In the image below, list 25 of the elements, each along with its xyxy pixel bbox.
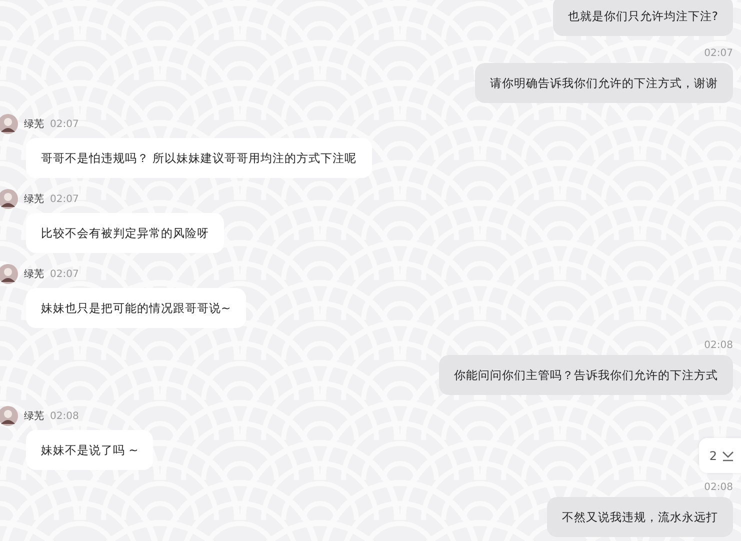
scroll-down-icon bbox=[721, 450, 735, 462]
sender-name: 绿芜 bbox=[24, 192, 44, 206]
message-bubble: 不然又说我违规，流水永远打 bbox=[547, 497, 733, 537]
message-time: 02:07 bbox=[50, 194, 79, 204]
message-time: 02:07 bbox=[50, 268, 79, 280]
avatar-icon[interactable] bbox=[0, 406, 18, 426]
avatar-icon[interactable] bbox=[0, 264, 18, 284]
message-bubble: 比较不会有被判定异常的风险呀 bbox=[26, 213, 224, 253]
avatar-icon[interactable] bbox=[0, 189, 18, 209]
message-time: 02:08 bbox=[704, 482, 733, 493]
sender-name: 绿芜 bbox=[24, 410, 44, 423]
message-bubble: 你能问问你们主管吗？告诉我你们允许的下注方式 bbox=[439, 355, 733, 395]
message-time: 02:08 bbox=[50, 410, 79, 422]
message-time: 02:07 bbox=[704, 48, 733, 59]
message-bubble: 妹妹也只是把可能的情况跟哥哥说~ bbox=[26, 288, 246, 328]
message-time: 02:07 bbox=[50, 118, 79, 130]
message-bubble: 哥哥不是怕违规吗？ 所以妹妹建议哥哥用均注的方式下注呢 bbox=[26, 138, 372, 178]
message-bubble: 妹妹不是说了吗 ~ bbox=[26, 430, 154, 470]
sender-name: 绿芜 bbox=[24, 118, 44, 131]
avatar-icon[interactable] bbox=[0, 114, 18, 134]
message-bubble: 也就是你们只允许均注下注? bbox=[552, 0, 733, 36]
sender-name: 绿芜 bbox=[24, 268, 44, 281]
message-bubble: 请你明确告诉我你们允许的下注方式，谢谢 bbox=[475, 63, 733, 103]
message-time: 02:08 bbox=[704, 340, 733, 351]
new-messages-button[interactable]: 2 bbox=[699, 438, 741, 473]
